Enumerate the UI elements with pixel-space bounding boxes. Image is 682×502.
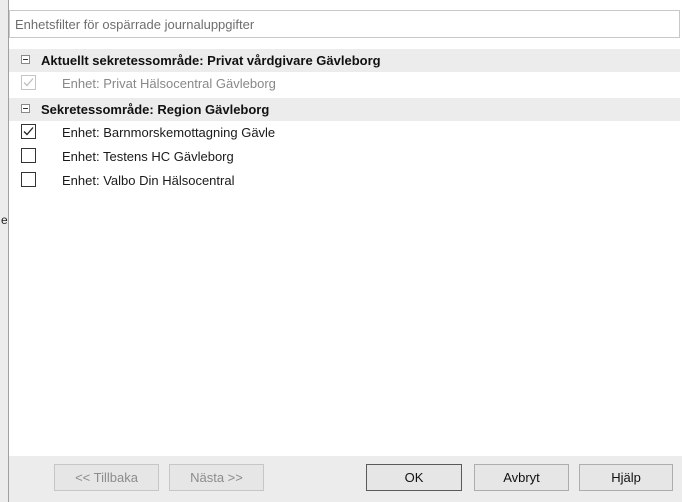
- collapse-icon[interactable]: [21, 104, 30, 113]
- dialog-button-bar: << Tillbaka Nästa >> OK Avbryt Hjälp: [9, 456, 682, 502]
- checkbox-unchecked-icon[interactable]: [21, 148, 36, 163]
- checkbox-checked-icon: [21, 75, 36, 90]
- cancel-button[interactable]: Avbryt: [474, 464, 569, 491]
- checkbox-unchecked-icon[interactable]: [21, 172, 36, 187]
- unit-label: Enhet: Privat Hälsocentral Gävleborg: [62, 76, 276, 91]
- list-item-unit[interactable]: Enhet: Valbo Din Hälsocentral: [9, 169, 680, 192]
- list-item-unit: Enhet: Privat Hälsocentral Gävleborg: [9, 72, 680, 95]
- group-row-current-area[interactable]: Aktuellt sekretessområde: Privat vårdgiv…: [9, 49, 680, 72]
- list-item-unit[interactable]: Enhet: Barnmorskemottagning Gävle: [9, 121, 680, 144]
- help-button[interactable]: Hjälp: [579, 464, 673, 491]
- dialog-title: Enhetsfilter för ospärrade journaluppgif…: [15, 17, 255, 32]
- ok-button[interactable]: OK: [366, 464, 462, 491]
- list-item-unit[interactable]: Enhet: Testens HC Gävleborg: [9, 145, 680, 168]
- collapse-icon[interactable]: [21, 55, 30, 64]
- unit-label: Enhet: Testens HC Gävleborg: [62, 149, 234, 164]
- next-button[interactable]: Nästa >>: [169, 464, 264, 491]
- dialog-title-bar: Enhetsfilter för ospärrade journaluppgif…: [9, 10, 680, 38]
- unit-label: Enhet: Valbo Din Hälsocentral: [62, 173, 235, 188]
- group-row-region[interactable]: Sekretessområde: Region Gävleborg: [9, 98, 680, 121]
- unit-label: Enhet: Barnmorskemottagning Gävle: [62, 125, 276, 140]
- checkbox-checked-icon[interactable]: [21, 124, 36, 139]
- background-window-edge: el: [0, 0, 10, 502]
- back-button[interactable]: << Tillbaka: [54, 464, 159, 491]
- group-label: Sekretessområde: Region Gävleborg: [41, 102, 270, 117]
- group-label: Aktuellt sekretessområde: Privat vårdgiv…: [41, 53, 381, 68]
- unit-filter-dialog: Enhetsfilter för ospärrade journaluppgif…: [8, 0, 682, 502]
- unit-tree-list: Aktuellt sekretessområde: Privat vårdgiv…: [9, 49, 680, 447]
